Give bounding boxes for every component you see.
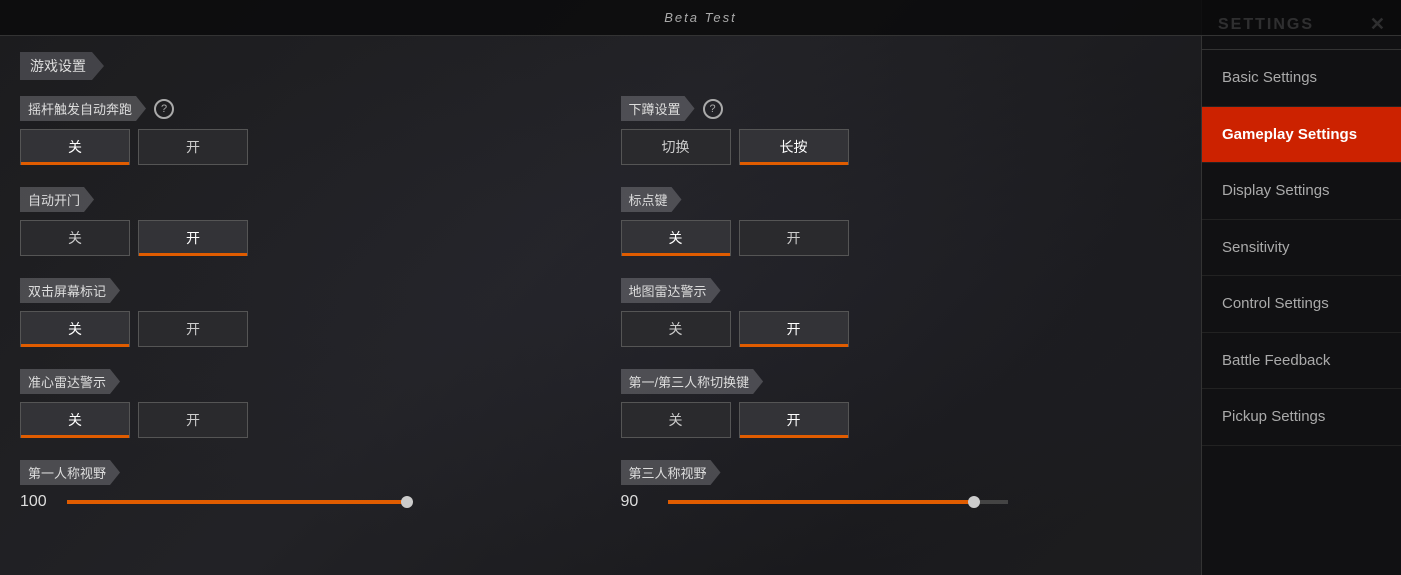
- section-title: 游戏设置: [20, 52, 104, 80]
- aim-radar-label: 准心雷达警示: [20, 369, 120, 394]
- double-tap-toggles: 关 开: [20, 311, 581, 347]
- setting-perspective: 第一/第三人称切换键 关 开: [621, 369, 1182, 438]
- double-tap-label-row: 双击屏幕标记: [20, 278, 581, 303]
- fov-first-thumb[interactable]: [401, 496, 413, 508]
- aim-radar-label-row: 准心雷达警示: [20, 369, 581, 394]
- top-bar-title: Beta Test: [664, 10, 736, 25]
- fov-third-track[interactable]: [668, 500, 1008, 504]
- setting-crouch: 下蹲设置 ? 切换 长按: [621, 96, 1182, 165]
- sidebar-item-battle[interactable]: Battle Feedback: [1202, 333, 1401, 390]
- setting-auto-door: 自动开门 关 开: [20, 187, 581, 256]
- fov-first-label-row: 第一人称视野: [20, 460, 581, 485]
- setting-fov-third: 第三人称视野 90: [621, 460, 1182, 511]
- auto-sprint-off[interactable]: 关: [20, 129, 130, 165]
- auto-sprint-label: 摇杆触发自动奔跑: [20, 96, 146, 121]
- crouch-hold[interactable]: 长按: [739, 129, 849, 165]
- auto-sprint-toggles: 关 开: [20, 129, 581, 165]
- top-bar: Beta Test: [0, 0, 1401, 36]
- map-radar-label: 地图雷达警示: [621, 278, 721, 303]
- auto-door-on[interactable]: 开: [138, 220, 248, 256]
- double-tap-on[interactable]: 开: [138, 311, 248, 347]
- perspective-toggles: 关 开: [621, 402, 1182, 438]
- content-area: 游戏设置 摇杆触发自动奔跑 ? 关 开 自动开门: [0, 36, 1201, 575]
- map-radar-off[interactable]: 关: [621, 311, 731, 347]
- auto-sprint-on[interactable]: 开: [138, 129, 248, 165]
- sidebar-item-basic[interactable]: Basic Settings: [1202, 50, 1401, 107]
- auto-door-label: 自动开门: [20, 187, 94, 212]
- sidebar-item-display[interactable]: Display Settings: [1202, 163, 1401, 220]
- fov-first-track[interactable]: [67, 500, 407, 504]
- setting-mark-key: 标点键 关 开: [621, 187, 1182, 256]
- map-radar-on[interactable]: 开: [739, 311, 849, 347]
- crouch-label: 下蹲设置: [621, 96, 695, 121]
- auto-door-toggles: 关 开: [20, 220, 581, 256]
- fov-first-value: 100: [20, 493, 55, 511]
- aim-radar-toggles: 关 开: [20, 402, 581, 438]
- mark-key-on[interactable]: 开: [739, 220, 849, 256]
- fov-third-thumb[interactable]: [968, 496, 980, 508]
- map-radar-label-row: 地图雷达警示: [621, 278, 1182, 303]
- fov-first-fill: [67, 500, 407, 504]
- double-tap-off[interactable]: 关: [20, 311, 130, 347]
- auto-door-label-row: 自动开门: [20, 187, 581, 212]
- setting-auto-sprint: 摇杆触发自动奔跑 ? 关 开: [20, 96, 581, 165]
- crouch-help[interactable]: ?: [703, 99, 723, 119]
- fov-third-label: 第三人称视野: [621, 460, 721, 485]
- setting-map-radar: 地图雷达警示 关 开: [621, 278, 1182, 347]
- left-column: 摇杆触发自动奔跑 ? 关 开 自动开门 关 开: [20, 96, 581, 533]
- crouch-toggle[interactable]: 切换: [621, 129, 731, 165]
- aim-radar-off[interactable]: 关: [20, 402, 130, 438]
- setting-aim-radar: 准心雷达警示 关 开: [20, 369, 581, 438]
- mark-key-toggles: 关 开: [621, 220, 1182, 256]
- perspective-label-row: 第一/第三人称切换键: [621, 369, 1182, 394]
- fov-third-label-row: 第三人称视野: [621, 460, 1182, 485]
- fov-third-slider-row: 90: [621, 493, 1182, 511]
- fov-first-slider-row: 100: [20, 493, 581, 511]
- fov-first-label: 第一人称视野: [20, 460, 120, 485]
- sidebar-item-gameplay[interactable]: Gameplay Settings: [1202, 107, 1401, 164]
- setting-double-tap: 双击屏幕标记 关 开: [20, 278, 581, 347]
- aim-radar-on[interactable]: 开: [138, 402, 248, 438]
- perspective-on[interactable]: 开: [739, 402, 849, 438]
- sidebar-item-sensitivity[interactable]: Sensitivity: [1202, 220, 1401, 277]
- right-column: 下蹲设置 ? 切换 长按 标点键 关 开: [621, 96, 1182, 533]
- fov-third-value: 90: [621, 493, 656, 511]
- mark-key-off[interactable]: 关: [621, 220, 731, 256]
- double-tap-label: 双击屏幕标记: [20, 278, 120, 303]
- crouch-label-row: 下蹲设置 ?: [621, 96, 1182, 121]
- settings-grid: 摇杆触发自动奔跑 ? 关 开 自动开门 关 开: [20, 96, 1181, 533]
- sidebar-item-pickup[interactable]: Pickup Settings: [1202, 389, 1401, 446]
- sidebar-nav: Basic Settings Gameplay Settings Display…: [1202, 50, 1401, 575]
- perspective-off[interactable]: 关: [621, 402, 731, 438]
- auto-sprint-label-row: 摇杆触发自动奔跑 ?: [20, 96, 581, 121]
- auto-door-off[interactable]: 关: [20, 220, 130, 256]
- sidebar: SETTINGS ✕ Basic Settings Gameplay Setti…: [1201, 0, 1401, 575]
- sidebar-item-control[interactable]: Control Settings: [1202, 276, 1401, 333]
- fov-third-fill: [668, 500, 974, 504]
- setting-fov-first: 第一人称视野 100: [20, 460, 581, 511]
- mark-key-label-row: 标点键: [621, 187, 1182, 212]
- map-radar-toggles: 关 开: [621, 311, 1182, 347]
- perspective-label: 第一/第三人称切换键: [621, 369, 764, 394]
- auto-sprint-help[interactable]: ?: [154, 99, 174, 119]
- crouch-toggles: 切换 长按: [621, 129, 1182, 165]
- mark-key-label: 标点键: [621, 187, 682, 212]
